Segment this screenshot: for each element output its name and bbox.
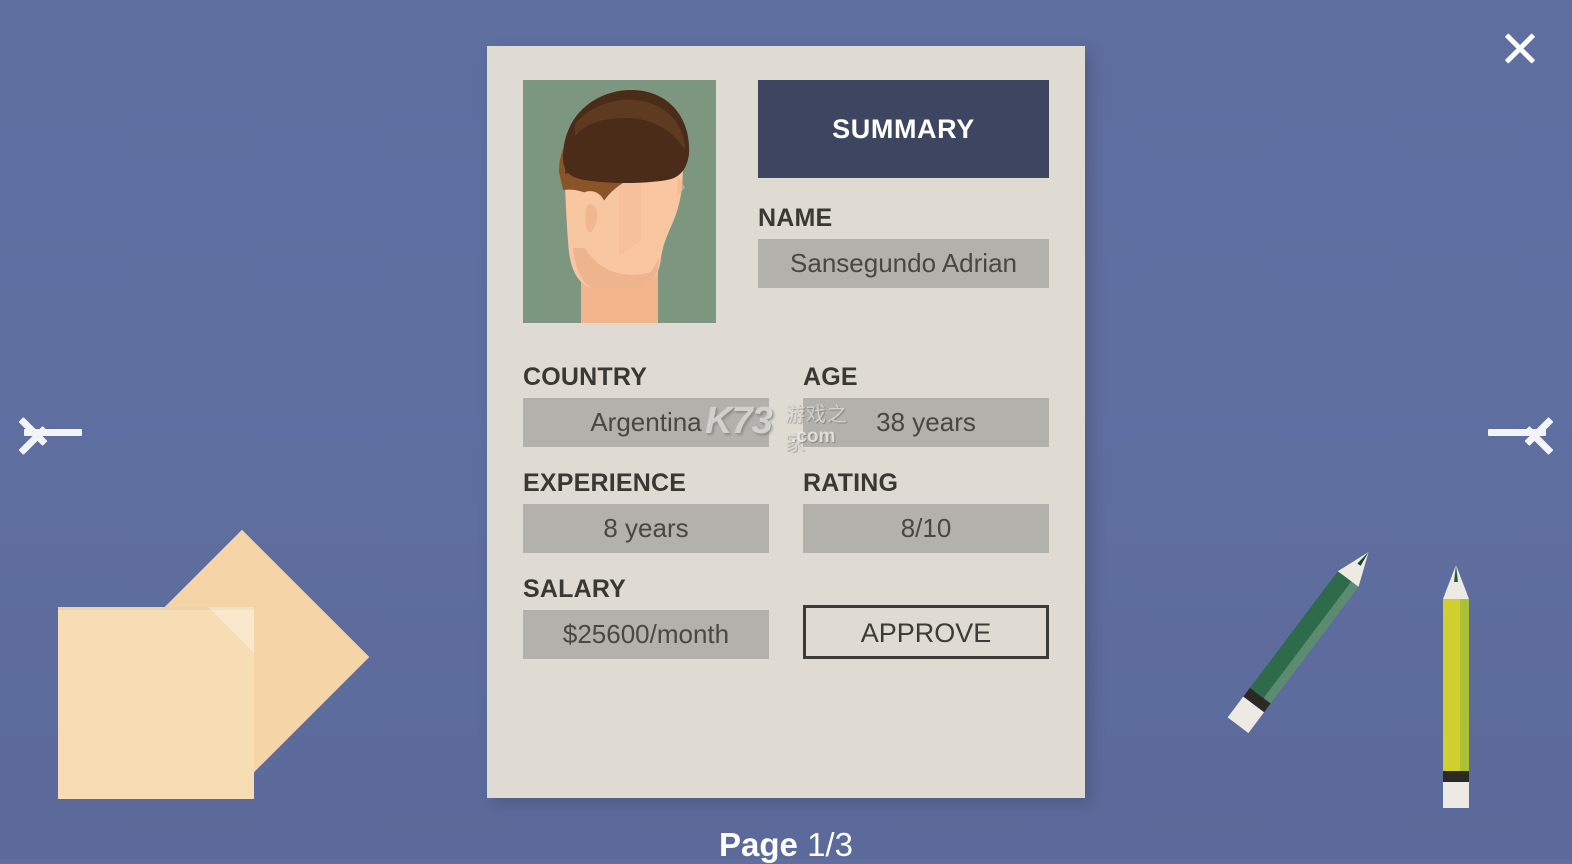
field-label-salary: SALARY — [523, 575, 627, 603]
field-label-experience: EXPERIENCE — [523, 469, 687, 497]
row-salary-approve: SALARY $25600/month APPROVE — [523, 553, 1049, 659]
summary-column: SUMMARY NAME Sansegundo Adrian — [758, 80, 1049, 323]
paper-fold-corner — [208, 607, 254, 653]
field-value-country: Argentina — [523, 398, 769, 447]
field-value-name: Sansegundo Adrian — [758, 239, 1049, 288]
card-top-section: SUMMARY NAME Sansegundo Adrian — [487, 46, 1085, 323]
page-indicator: Page 1/3 — [0, 826, 1572, 864]
row-experience-rating: EXPERIENCE 8 years RATING 8/10 — [523, 447, 1049, 553]
paper-stack-decoration — [40, 529, 370, 825]
arrow-right-icon[interactable] — [1480, 398, 1556, 468]
field-value-salary: $25600/month — [523, 610, 769, 659]
approve-cell: APPROVE — [803, 553, 1049, 659]
arrow-left-icon[interactable] — [16, 398, 92, 468]
pencil-yellow-icon — [1443, 565, 1469, 810]
field-country: COUNTRY Argentina — [523, 341, 769, 447]
field-label-age: AGE — [803, 363, 858, 391]
close-icon[interactable] — [1490, 18, 1550, 78]
summary-title: SUMMARY — [832, 113, 975, 144]
page-indicator-count: 1/3 — [807, 826, 853, 863]
field-rating: RATING 8/10 — [803, 447, 1049, 553]
pencil-yellow-body — [1443, 599, 1469, 771]
row-country-age: COUNTRY Argentina AGE 38 years — [523, 341, 1049, 447]
pencil-yellow-eraser — [1443, 782, 1469, 808]
field-value-experience: 8 years — [523, 504, 769, 553]
field-salary: SALARY $25600/month — [523, 553, 769, 659]
field-age: AGE 38 years — [803, 341, 1049, 447]
field-label-name: NAME — [758, 204, 833, 232]
field-experience: EXPERIENCE 8 years — [523, 447, 769, 553]
field-label-rating: RATING — [803, 469, 899, 497]
field-value-age: 38 years — [803, 398, 1049, 447]
candidate-summary-card: SUMMARY NAME Sansegundo Adrian COUNTRY A… — [487, 46, 1085, 798]
card-fields-grid: COUNTRY Argentina AGE 38 years EXPERIENC… — [487, 341, 1085, 659]
approve-button[interactable]: APPROVE — [803, 605, 1049, 659]
summary-header: SUMMARY — [758, 80, 1049, 178]
pencil-yellow-ferrule — [1443, 771, 1469, 782]
avatar — [523, 80, 716, 323]
pencil-yellow-highlight — [1460, 599, 1469, 771]
pencil-yellow-lead — [1454, 565, 1458, 582]
page-indicator-word: Page — [719, 826, 798, 863]
field-label-country: COUNTRY — [523, 363, 648, 391]
field-value-rating: 8/10 — [803, 504, 1049, 553]
